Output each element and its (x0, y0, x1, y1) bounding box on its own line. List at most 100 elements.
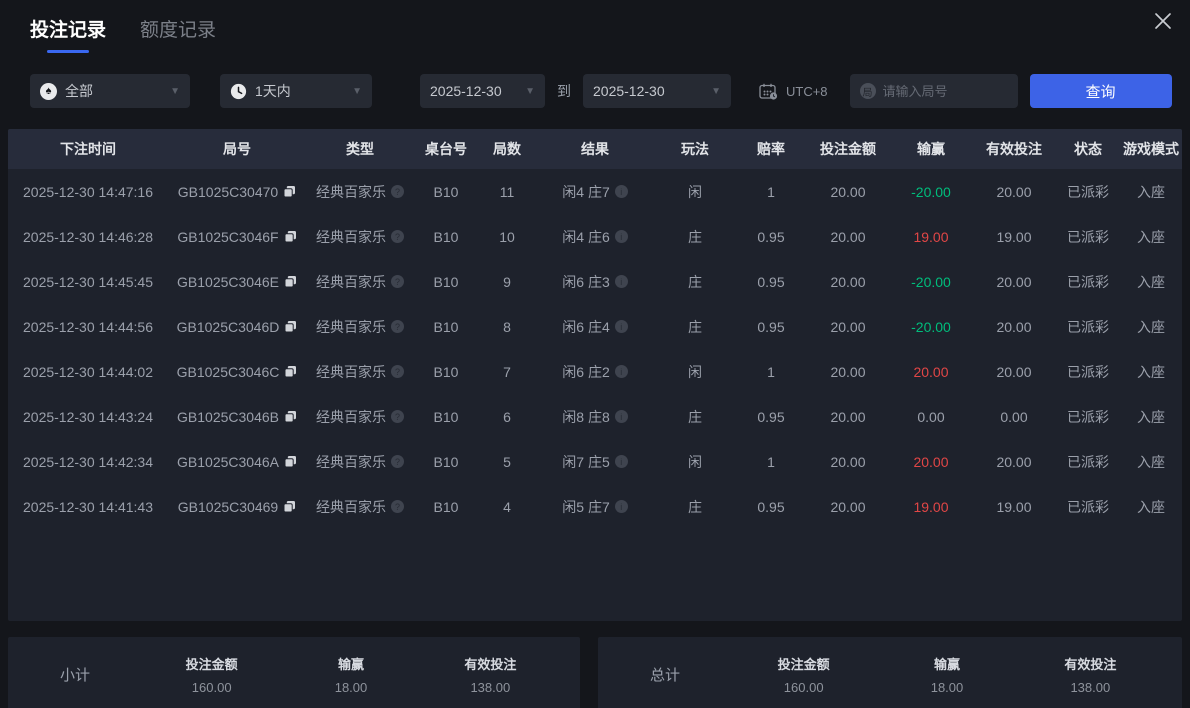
cell-win-loss: -20.00 (911, 183, 951, 200)
game-type-text: 经典百家乐 (316, 183, 386, 200)
chevron-down-icon: ▼ (711, 85, 721, 97)
cell-status: 已派彩 (1067, 453, 1109, 470)
game-type-text: 经典百家乐 (316, 273, 386, 290)
result-info-icon[interactable]: i (614, 185, 628, 198)
cell-win-loss: -20.00 (911, 273, 951, 290)
cell-odds: 0.95 (757, 318, 785, 335)
cell-game-type: 经典百家乐 ? (306, 394, 414, 439)
calendar-clock-icon[interactable] (759, 83, 778, 100)
cell-game-mode: 入座 (1137, 318, 1165, 335)
game-info-icon[interactable]: ? (391, 230, 404, 243)
result-info-icon[interactable]: i (614, 500, 628, 513)
cell-win-loss: 20.00 (913, 453, 949, 470)
table-row: 2025-12-30 14:41:43 GB1025C30469 经典百家乐 ?… (8, 484, 1182, 529)
game-type-text: 经典百家乐 (316, 363, 386, 380)
tab-quota-records[interactable]: 额度记录 (140, 15, 216, 53)
cell-bet-time: 2025-12-30 14:42:34 (23, 453, 153, 470)
cell-round-count: 7 (503, 363, 511, 380)
result-info-icon[interactable]: i (614, 455, 628, 468)
game-info-icon[interactable]: ? (391, 275, 404, 288)
tab-bar: 投注记录 额度记录 (0, 0, 1190, 53)
tab-bet-records[interactable]: 投注记录 (30, 15, 106, 53)
cell-win-loss: -20.00 (911, 318, 951, 335)
game-type-text: 经典百家乐 (316, 453, 386, 470)
cell-bet-time: 2025-12-30 14:43:24 (23, 408, 153, 425)
copy-icon[interactable] (284, 455, 297, 468)
cell-result: 闲8 庄8 i (536, 394, 654, 439)
copy-icon[interactable] (283, 500, 296, 513)
game-info-icon[interactable]: ? (391, 410, 404, 423)
time-range-dropdown[interactable]: 1天内 ▼ (220, 74, 372, 108)
game-type-text: 经典百家乐 (316, 318, 386, 335)
round-id-text: GB1025C30470 (177, 183, 279, 200)
cell-bet-time: 2025-12-30 14:47:16 (23, 183, 153, 200)
close-icon[interactable] (1152, 10, 1174, 32)
bet-records-table: 下注时间 局号 类型 桌台号 局数 结果 玩法 赔率 投注金额 输赢 有效投注 … (8, 129, 1182, 621)
cell-play: 庄 (688, 273, 702, 290)
cell-table-no: B10 (433, 408, 459, 425)
col-game-mode: 游戏模式 (1123, 141, 1179, 157)
game-type-text: 经典百家乐 (316, 408, 386, 425)
time-range-value: 1天内 (255, 83, 291, 99)
copy-icon[interactable] (283, 185, 296, 198)
col-odds: 赔率 (757, 141, 785, 157)
copy-icon[interactable] (284, 410, 297, 423)
result-text: 闲4 庄6 (562, 228, 610, 245)
chevron-down-icon: ▼ (525, 85, 535, 97)
round-input-box: 局 (849, 74, 1018, 108)
game-info-icon[interactable]: ? (391, 365, 404, 378)
date-from-dropdown[interactable]: 2025-12-30 ▼ (420, 74, 545, 108)
date-to-dropdown[interactable]: 2025-12-30 ▼ (583, 74, 731, 108)
cell-bet-amount: 20.00 (830, 183, 866, 200)
total-win-loss: 输赢 18.00 (930, 657, 964, 695)
copy-icon[interactable] (284, 320, 297, 333)
cell-win-loss: 19.00 (913, 228, 949, 245)
copy-icon[interactable] (284, 275, 297, 288)
col-bet-time: 下注时间 (60, 141, 116, 157)
subtotal-bet-amount: 投注金额 160.00 (185, 657, 238, 695)
cell-round-count: 8 (503, 318, 511, 335)
cell-odds: 1 (767, 363, 775, 380)
cell-valid-bet: 19.00 (996, 228, 1032, 245)
spade-icon: ♠ (40, 82, 57, 100)
clock-icon (230, 83, 247, 100)
cell-odds: 1 (767, 183, 775, 200)
col-round-count: 局数 (493, 141, 521, 157)
cell-play: 庄 (688, 498, 702, 515)
cell-round-id: GB1025C3046F (168, 214, 306, 259)
copy-icon[interactable] (284, 365, 297, 378)
cell-odds: 0.95 (757, 408, 785, 425)
cell-bet-amount: 20.00 (830, 363, 866, 380)
cell-round-count: 11 (499, 183, 515, 200)
cell-valid-bet: 20.00 (996, 318, 1032, 335)
cell-status: 已派彩 (1067, 498, 1109, 515)
cell-bet-amount: 20.00 (830, 453, 866, 470)
round-input[interactable] (882, 83, 1008, 99)
table-row: 2025-12-30 14:44:02 GB1025C3046C 经典百家乐 ?… (8, 349, 1182, 394)
copy-icon[interactable] (284, 230, 297, 243)
game-info-icon[interactable]: ? (391, 185, 404, 198)
table-row: 2025-12-30 14:43:24 GB1025C3046B 经典百家乐 ?… (8, 394, 1182, 439)
result-info-icon[interactable]: i (614, 275, 628, 288)
cell-play: 闲 (688, 363, 702, 380)
cell-bet-amount: 20.00 (830, 498, 866, 515)
round-id-text: GB1025C30469 (177, 498, 279, 515)
cell-bet-amount: 20.00 (830, 408, 866, 425)
cell-game-type: 经典百家乐 ? (306, 169, 414, 214)
game-info-icon[interactable]: ? (391, 500, 404, 513)
result-info-icon[interactable]: i (614, 320, 628, 333)
result-info-icon[interactable]: i (614, 410, 628, 423)
table-header: 下注时间 局号 类型 桌台号 局数 结果 玩法 赔率 投注金额 输赢 有效投注 … (8, 129, 1182, 169)
cell-bet-time: 2025-12-30 14:41:43 (23, 498, 153, 515)
game-info-icon[interactable]: ? (391, 320, 404, 333)
cell-play: 闲 (688, 183, 702, 200)
game-type-dropdown[interactable]: ♠ 全部 ▼ (30, 74, 190, 108)
search-button[interactable]: 查询 (1029, 74, 1172, 108)
cell-round-id: GB1025C30470 (168, 169, 306, 214)
game-info-icon[interactable]: ? (391, 455, 404, 468)
result-info-icon[interactable]: i (614, 365, 628, 378)
result-info-icon[interactable]: i (614, 230, 628, 243)
col-play: 玩法 (681, 141, 709, 157)
cell-bet-amount: 20.00 (830, 318, 866, 335)
cell-play: 庄 (688, 318, 702, 335)
